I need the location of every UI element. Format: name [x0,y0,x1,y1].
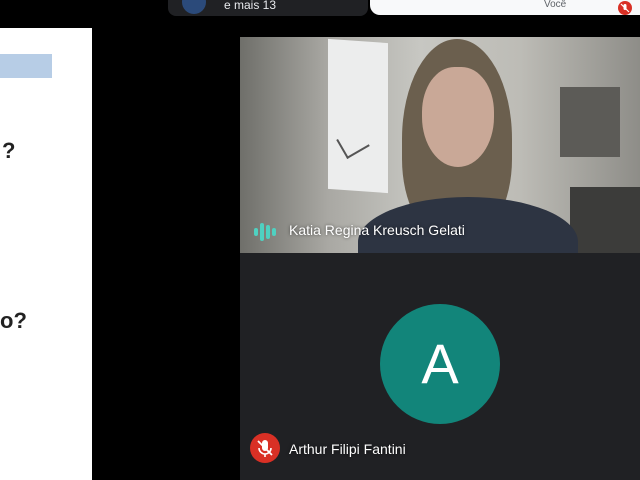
participant-name: Arthur Filipi Fantini [289,441,406,457]
mic-off-icon [250,433,280,463]
mic-off-icon[interactable] [618,1,632,15]
top-bar: e mais 13 Você [0,0,640,28]
slide-text: ? [2,138,16,163]
camera-feed-cabinet [560,87,620,157]
self-label: Você [544,0,567,10]
other-participants-label: e mais 13 [224,0,277,12]
camera-feed-desk [570,187,640,253]
camera-feed-person-face [422,67,494,167]
other-participants-chip[interactable]: e mais 13 [168,0,368,16]
participant-avatar [182,0,206,14]
speaking-indicator-icon [254,223,276,241]
video-tile-katia[interactable]: Katia Regina Kreusch Gelati [240,37,640,253]
participant-avatar: A [380,304,500,424]
slide-highlight-bar [0,54,52,78]
self-view-chip[interactable]: Você [370,0,640,15]
video-tile-arthur[interactable]: A Arthur Filipi Fantini [240,253,640,480]
participant-name: Katia Regina Kreusch Gelati [289,222,465,238]
shared-presentation: ? o? [0,28,92,480]
camera-feed-whiteboard [328,38,388,194]
slide-text: o? [0,308,27,333]
